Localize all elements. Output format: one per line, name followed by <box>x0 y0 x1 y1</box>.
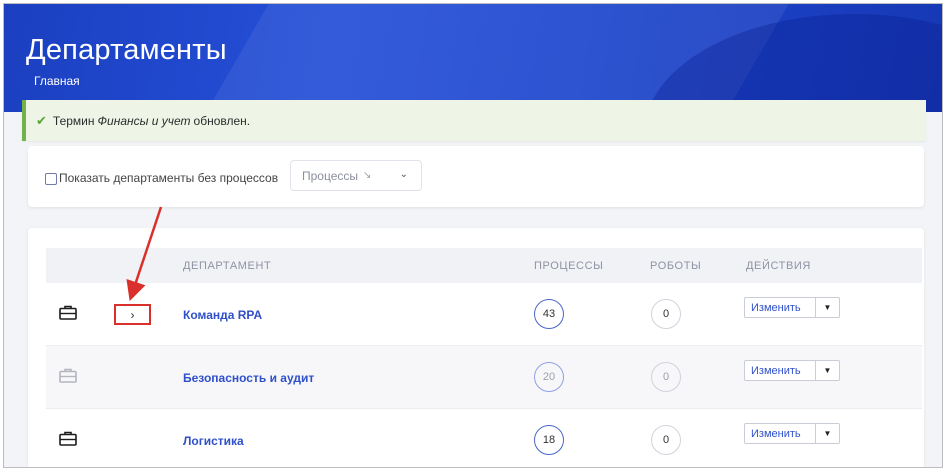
expand-row-button[interactable]: › <box>114 304 151 325</box>
filters-panel: Показать департаменты без процессов Проц… <box>28 146 924 207</box>
app-frame: Департаменты Главная ✔ Термин Финансы и … <box>3 3 943 468</box>
edit-action-dropdown: Изменить ▼ <box>744 360 840 381</box>
check-icon: ✔ <box>36 112 47 128</box>
edit-action-dropdown: Изменить ▼ <box>744 297 840 318</box>
department-link[interactable]: Безопасность и аудит <box>183 371 314 385</box>
sort-desc-icon: ↘ <box>363 170 372 181</box>
chevron-right-icon: › <box>130 307 135 322</box>
briefcase-icon <box>59 431 77 446</box>
department-link[interactable]: Логистика <box>183 434 244 448</box>
table-header: ДЕПАРТАМЕНТ ПРОЦЕССЫ РОБОТЫ ДЕЙСТВИЯ <box>46 248 922 283</box>
robots-count-badge[interactable]: 0 <box>651 362 681 392</box>
table-row: Логистика 18 0 Изменить ▼ <box>46 409 922 467</box>
edit-button[interactable]: Изменить <box>745 365 815 377</box>
column-header-processes[interactable]: ПРОЦЕССЫ <box>534 260 603 272</box>
alert-suffix: обновлен. <box>193 113 251 128</box>
table-row: › Команда RPA 43 0 Изменить ▼ <box>46 283 922 346</box>
table-row: Безопасность и аудит 20 0 Изменить ▼ <box>46 346 922 409</box>
caret-down-icon[interactable]: ▼ <box>815 298 839 317</box>
processes-count-badge[interactable]: 20 <box>534 362 564 392</box>
alert-prefix: Термин <box>52 113 95 128</box>
caret-down-icon[interactable]: ▼ <box>815 361 839 380</box>
breadcrumb-home[interactable]: Главная <box>34 74 80 88</box>
departments-table: ДЕПАРТАМЕНТ ПРОЦЕССЫ РОБОТЫ ДЕЙСТВИЯ › К… <box>28 228 924 467</box>
show-empty-checkbox[interactable] <box>45 173 57 185</box>
column-header-robots[interactable]: РОБОТЫ <box>650 260 701 272</box>
success-alert: ✔ Термин Финансы и учет обновлен. <box>22 100 926 141</box>
caret-down-icon[interactable]: ▼ <box>815 424 839 443</box>
edit-button[interactable]: Изменить <box>745 428 815 440</box>
page-header: Департаменты Главная <box>4 4 942 112</box>
column-header-actions: ДЕЙСТВИЯ <box>746 260 811 272</box>
sort-select-value: Процессы <box>302 168 359 183</box>
briefcase-icon <box>59 305 77 320</box>
sort-select[interactable]: Процессы ↘ ⌄ <box>290 160 422 191</box>
briefcase-icon <box>59 368 77 383</box>
edit-action-dropdown: Изменить ▼ <box>744 423 840 444</box>
alert-term: Финансы и учет <box>97 113 191 128</box>
chevron-down-icon: ⌄ <box>399 169 408 180</box>
department-link[interactable]: Команда RPA <box>183 308 262 322</box>
page-title: Департаменты <box>26 34 227 66</box>
robots-count-badge[interactable]: 0 <box>651 425 681 455</box>
show-empty-checkbox-label[interactable]: Показать департаменты без процессов <box>59 171 278 185</box>
robots-count-badge[interactable]: 0 <box>651 299 681 329</box>
processes-count-badge[interactable]: 43 <box>534 299 564 329</box>
processes-count-badge[interactable]: 18 <box>534 425 564 455</box>
column-header-department[interactable]: ДЕПАРТАМЕНТ <box>183 260 271 272</box>
edit-button[interactable]: Изменить <box>745 302 815 314</box>
